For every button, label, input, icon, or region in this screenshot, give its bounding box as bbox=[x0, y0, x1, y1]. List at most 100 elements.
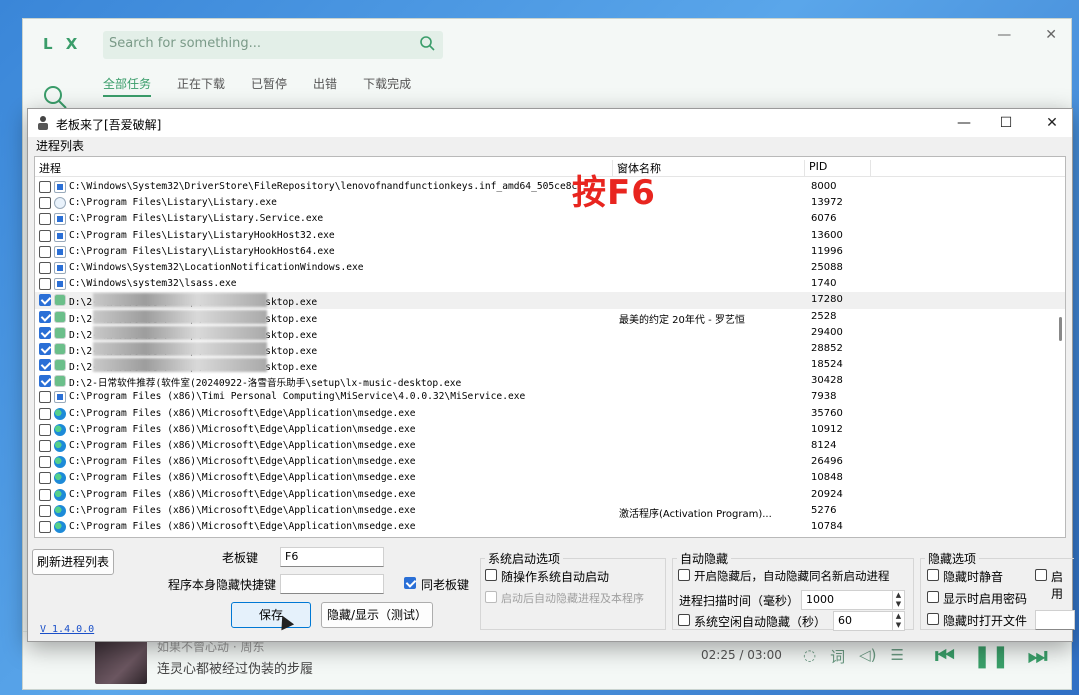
process-pid: 25088 bbox=[811, 261, 843, 273]
row-checkbox[interactable] bbox=[39, 213, 51, 226]
refresh-list-button[interactable]: 刷新进程列表 bbox=[32, 549, 114, 575]
minimize-icon[interactable]: — bbox=[997, 27, 1011, 43]
sidebar-search-icon[interactable] bbox=[41, 83, 69, 111]
window-title: 老板来了[吾爱破解] bbox=[56, 118, 162, 132]
process-row[interactable]: C:\Program Files (x86)\Microsoft\Edge\Ap… bbox=[35, 454, 1065, 470]
maximize-icon[interactable]: ☐ bbox=[996, 113, 1016, 133]
column-process[interactable]: 进程 bbox=[35, 160, 613, 177]
comment-icon[interactable]: ◌ bbox=[803, 646, 816, 667]
process-row[interactable]: C:\Program Files (x86)\Microsoft\Edge\Ap… bbox=[35, 503, 1065, 520]
row-checkbox[interactable] bbox=[39, 375, 51, 388]
process-row[interactable]: C:\Program Files (x86)\Microsoft\Edge\Ap… bbox=[35, 519, 1065, 535]
previous-icon[interactable]: ⏮ bbox=[935, 644, 955, 669]
process-row[interactable]: C:\Program Files (x86)\Microsoft\Edge\Ap… bbox=[35, 422, 1065, 438]
tab-completed[interactable]: 下载完成 bbox=[363, 75, 411, 97]
row-checkbox[interactable] bbox=[39, 520, 51, 533]
next-icon[interactable]: ⏭ bbox=[1028, 644, 1048, 669]
process-row[interactable]: C:\Windows\System32\LocationNotification… bbox=[35, 260, 1065, 276]
row-checkbox[interactable] bbox=[39, 407, 51, 420]
process-path: C:\Program Files (x86)\Microsoft\Edge\Ap… bbox=[69, 472, 416, 484]
search-icon[interactable] bbox=[419, 35, 435, 51]
list-header: 进程 窗体名称 PID bbox=[35, 157, 1065, 177]
auto-start-checkbox[interactable] bbox=[485, 569, 497, 581]
row-checkbox[interactable] bbox=[39, 245, 51, 258]
process-pid: 1740 bbox=[811, 278, 837, 290]
same-as-boss-checkbox[interactable] bbox=[404, 577, 416, 589]
open-file-on-hide-checkbox[interactable] bbox=[927, 613, 939, 625]
save-button[interactable]: 保存 bbox=[231, 602, 311, 628]
scan-interval-label: 进程扫描时间（毫秒） bbox=[679, 594, 800, 608]
row-checkbox[interactable] bbox=[39, 423, 51, 436]
version-link[interactable]: V 1.4.0.0 bbox=[40, 624, 94, 635]
row-checkbox[interactable] bbox=[39, 310, 51, 323]
process-row[interactable]: D:\2- 洛雪音乐助手\setup\lx-music-desktop.exe1… bbox=[35, 357, 1065, 373]
row-checkbox[interactable] bbox=[39, 229, 51, 242]
search-input[interactable]: Search for something... bbox=[103, 31, 443, 59]
boss-key-input[interactable]: F6 bbox=[280, 547, 384, 567]
lyric-toggle-icon[interactable]: 词 bbox=[830, 646, 845, 667]
process-row[interactable]: C:\Program Files (x86)\Microsoft\Edge\Ap… bbox=[35, 487, 1065, 503]
row-checkbox[interactable] bbox=[39, 504, 51, 517]
process-row[interactable]: C:\Program Files (x86)\Microsoft\Edge\Ap… bbox=[35, 406, 1065, 422]
close-icon[interactable]: ✕ bbox=[1045, 27, 1057, 43]
tab-all[interactable]: 全部任务 bbox=[103, 75, 152, 97]
row-checkbox[interactable] bbox=[39, 456, 51, 469]
play-time: 02:25 / 03:00 bbox=[701, 648, 782, 662]
row-checkbox[interactable] bbox=[39, 359, 51, 372]
mute-on-hide-checkbox[interactable] bbox=[927, 569, 939, 581]
minimize-icon[interactable]: — bbox=[954, 113, 974, 133]
pause-icon[interactable]: ❚❚ bbox=[973, 644, 1010, 669]
password-on-show-checkbox[interactable] bbox=[927, 591, 939, 603]
process-list[interactable]: 进程 窗体名称 PID C:\Windows\System32\DriverSt… bbox=[34, 156, 1066, 538]
row-checkbox[interactable] bbox=[39, 440, 51, 452]
process-row[interactable]: C:\Program Files\Listary\Listary.Service… bbox=[35, 211, 1065, 227]
process-row[interactable]: C:\Program Files (x86)\Microsoft\Edge\Ap… bbox=[35, 438, 1065, 454]
row-checkbox[interactable] bbox=[39, 181, 51, 193]
self-hide-hotkey-input[interactable] bbox=[280, 574, 384, 594]
row-checkbox[interactable] bbox=[39, 261, 51, 274]
process-row[interactable]: D:\2- 洛雪音乐助手\setup\lx-music-desktop.exe1… bbox=[35, 292, 1065, 309]
row-checkbox[interactable] bbox=[39, 197, 51, 210]
open-file-input[interactable] bbox=[1035, 610, 1075, 630]
row-checkbox[interactable] bbox=[39, 472, 51, 485]
idle-seconds-spinner[interactable]: 60 ▲ ▼ bbox=[833, 611, 905, 631]
process-row[interactable]: C:\Program Files (x86)\Microsoft\Edge\Ap… bbox=[35, 470, 1065, 486]
album-cover[interactable] bbox=[95, 640, 147, 684]
edge-process-icon bbox=[54, 520, 66, 533]
toggle-visibility-button[interactable]: 隐藏/显示（测试） bbox=[321, 602, 433, 628]
auto-hide-new-checkbox[interactable] bbox=[678, 569, 690, 581]
process-row[interactable]: C:\Program Files\Listary\ListaryHookHost… bbox=[35, 244, 1065, 260]
process-row[interactable]: D:\2- 洛雪音乐助手\setup\lx-music-desktop.exe2… bbox=[35, 341, 1065, 357]
row-checkbox[interactable] bbox=[39, 278, 51, 291]
row-checkbox[interactable] bbox=[39, 391, 51, 404]
column-pid[interactable]: PID bbox=[805, 160, 871, 177]
hide-after-start-checkbox[interactable] bbox=[485, 591, 497, 603]
enable-checkbox[interactable] bbox=[1035, 569, 1047, 581]
lx-process-icon bbox=[54, 326, 66, 339]
tab-error[interactable]: 出错 bbox=[313, 75, 337, 97]
spinner-arrows-icon[interactable]: ▲ ▼ bbox=[892, 612, 904, 630]
volume-icon[interactable]: ◁) bbox=[859, 646, 876, 667]
process-path: C:\Program Files\Listary\ListaryHookHost… bbox=[69, 245, 335, 257]
process-row[interactable]: C:\Program Files\Listary\Listary.exe 1397… bbox=[35, 195, 1065, 211]
process-row[interactable]: C:\Program Files (x86)\Timi Personal Com… bbox=[35, 389, 1065, 405]
row-checkbox[interactable] bbox=[39, 294, 51, 307]
process-row[interactable]: D:\2-日常软件推荐(软件室(20240922-洛雪音乐助手\setup\lx… bbox=[35, 373, 1065, 389]
vertical-scrollbar[interactable] bbox=[1059, 317, 1062, 341]
row-checkbox[interactable] bbox=[39, 326, 51, 339]
playlist-icon[interactable]: ☰ bbox=[891, 646, 904, 667]
process-row[interactable]: D:\2- 洛雪音乐助手\setup\lx-music-desktop.exe2… bbox=[35, 325, 1065, 341]
process-row[interactable]: D:\2- 洛雪音乐助手\setup\lx-music-desktop.exe最… bbox=[35, 309, 1065, 326]
process-row[interactable]: C:\Program Files\Listary\ListaryHookHost… bbox=[35, 228, 1065, 244]
row-checkbox[interactable] bbox=[39, 342, 51, 355]
close-icon[interactable]: ✕ bbox=[1042, 113, 1062, 133]
process-row[interactable]: C:\Windows\System32\DriverStore\FileRepo… bbox=[35, 179, 1065, 195]
row-checkbox[interactable] bbox=[39, 488, 51, 501]
idle-hide-checkbox[interactable] bbox=[678, 614, 690, 626]
process-row[interactable]: C:\Windows\system32\lsass.exe 1740 bbox=[35, 276, 1065, 292]
tab-downloading[interactable]: 正在下载 bbox=[177, 75, 225, 97]
spinner-arrows-icon[interactable]: ▲ ▼ bbox=[892, 591, 904, 609]
scan-interval-spinner[interactable]: 1000 ▲ ▼ bbox=[801, 590, 905, 610]
windows-process-icon bbox=[54, 181, 66, 193]
tab-paused[interactable]: 已暂停 bbox=[251, 75, 287, 97]
